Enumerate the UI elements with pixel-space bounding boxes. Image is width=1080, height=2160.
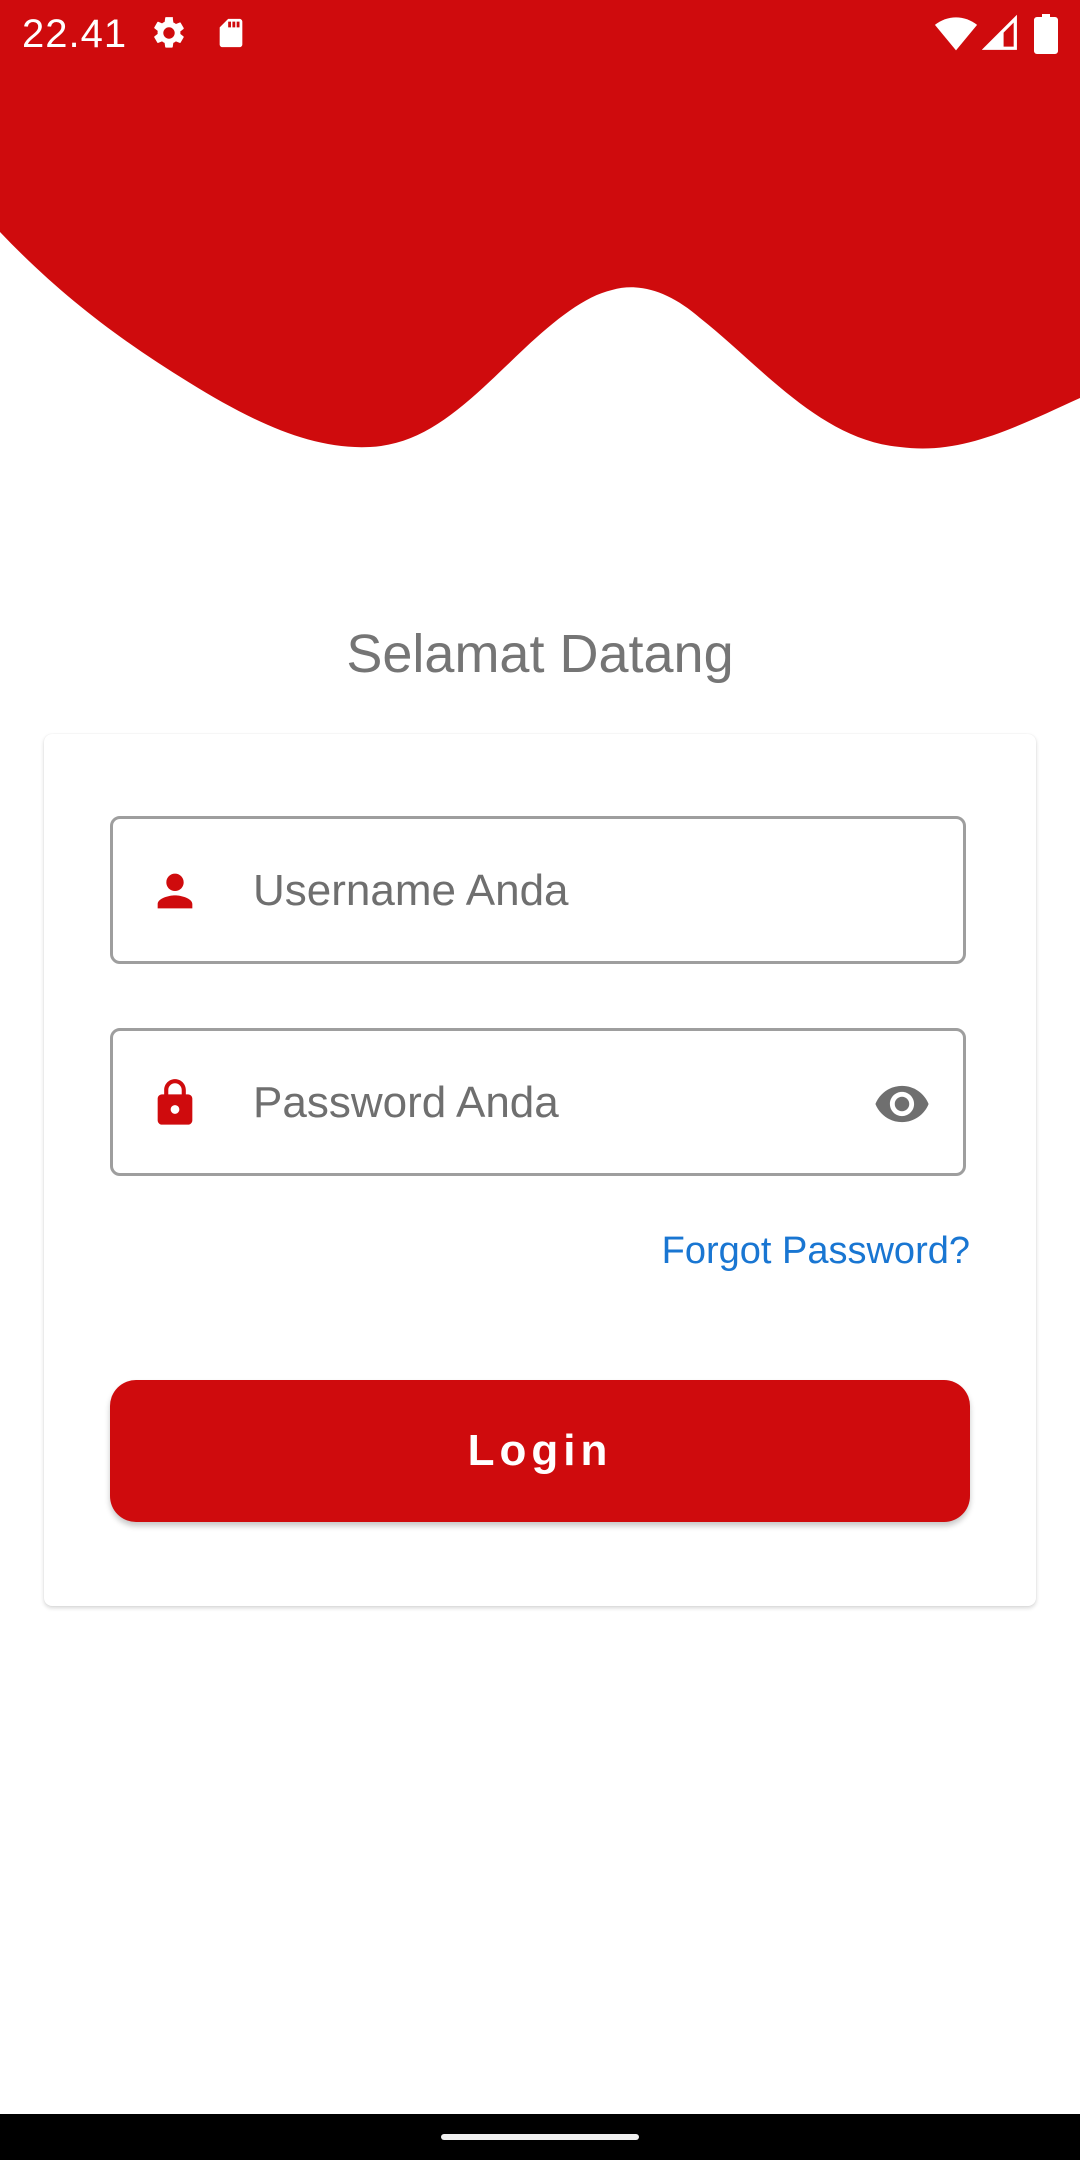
navigation-bar xyxy=(0,2114,1080,2160)
battery-icon xyxy=(1034,14,1058,54)
wifi-icon xyxy=(934,17,978,51)
login-card: Username Anda Password Anda Forgot Passw… xyxy=(44,734,1036,1606)
login-button[interactable]: Login xyxy=(110,1380,970,1522)
username-field[interactable]: Username Anda xyxy=(110,816,966,964)
eye-icon[interactable] xyxy=(871,1075,933,1133)
signal-icon xyxy=(982,14,1017,50)
welcome-title: Selamat Datang xyxy=(346,624,734,684)
password-field[interactable]: Password Anda xyxy=(110,1028,966,1176)
person-icon xyxy=(157,873,193,909)
status-bar: 22.41 xyxy=(0,0,1080,70)
forgot-password-link[interactable]: Forgot Password? xyxy=(662,1228,970,1274)
status-time: 22.41 xyxy=(22,12,128,56)
password-placeholder: Password Anda xyxy=(253,1078,559,1127)
sd-card-icon xyxy=(219,18,243,48)
gear-icon xyxy=(154,17,184,48)
home-gesture-handle[interactable] xyxy=(441,2134,639,2140)
username-placeholder: Username Anda xyxy=(253,866,569,915)
lock-icon xyxy=(157,1079,193,1125)
login-screen: 22.41 Selamat Datang Username Anda Passw… xyxy=(0,0,1080,2160)
